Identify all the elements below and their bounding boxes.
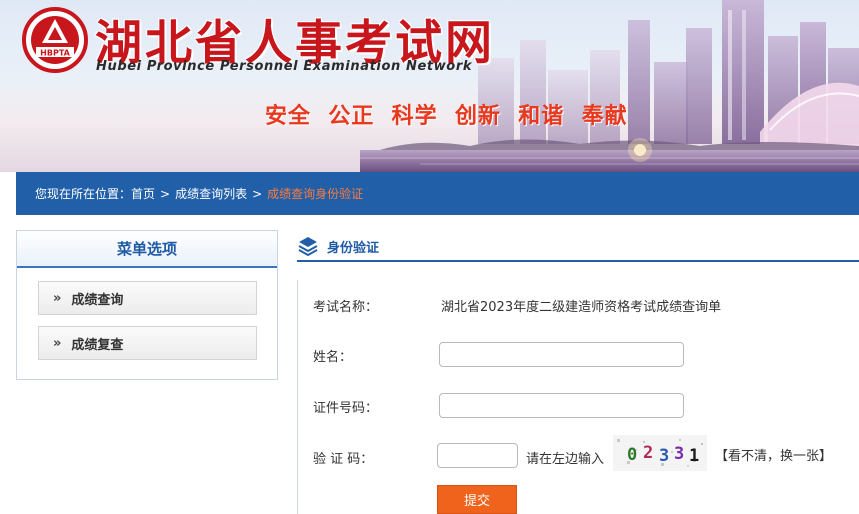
- captcha-refresh-link[interactable]: 【看不清，换一张】: [715, 445, 832, 464]
- captcha-char: 3: [674, 444, 684, 464]
- sidebar-item-score-query[interactable]: » 成绩查询: [38, 281, 257, 315]
- exam-name-value: 湖北省2023年度二级建造师资格考试成绩查询单: [441, 300, 722, 315]
- captcha-char: 3: [659, 446, 669, 466]
- captcha-image[interactable]: 0 2 3 3 1: [613, 435, 707, 471]
- name-label: 姓名：: [313, 350, 353, 365]
- double-chevron-right-icon: »: [53, 335, 62, 351]
- header-banner: HBPTA 湖北省人事考试网 Hubei Province Personnel …: [0, 0, 859, 172]
- breadcrumb-separator: >: [160, 186, 171, 201]
- sidebar-menu: 菜单选项 » 成绩查询 » 成绩复查: [16, 230, 278, 380]
- name-input[interactable]: [439, 342, 684, 367]
- panel-title: 身份验证: [327, 240, 380, 256]
- captcha-input[interactable]: [437, 443, 518, 468]
- captcha-char: 0: [627, 445, 637, 465]
- breadcrumb-current: 成绩查询身份验证: [267, 187, 364, 201]
- breadcrumb: 您现在所在位置： 首页 > 成绩查询列表 > 成绩查询身份验证: [16, 172, 859, 215]
- double-chevron-right-icon: »: [53, 290, 62, 306]
- breadcrumb-separator: >: [252, 186, 263, 201]
- id-number-input[interactable]: [439, 393, 684, 418]
- breadcrumb-prefix: 您现在所在位置：: [35, 187, 132, 201]
- captcha-char: 1: [689, 446, 699, 466]
- submit-button[interactable]: 提交: [437, 485, 517, 514]
- panel-header: 身份验证: [297, 232, 859, 262]
- sidebar-item-label: 成绩查询: [71, 292, 124, 308]
- exam-name-label: 考试名称：: [313, 300, 379, 315]
- svg-text:HBPTA: HBPTA: [40, 49, 70, 58]
- breadcrumb-score-list-link[interactable]: 成绩查询列表: [175, 185, 247, 202]
- captcha-hint: 请在左边输入: [526, 452, 605, 467]
- site-slogan: 安全 公正 科学 创新 和谐 奉献: [265, 104, 628, 129]
- breadcrumb-home-link[interactable]: 首页: [131, 185, 155, 202]
- sidebar-heading: 菜单选项: [17, 231, 277, 268]
- captcha-char: 2: [643, 443, 653, 463]
- sidebar-item-label: 成绩复查: [71, 337, 124, 353]
- id-number-label: 证件号码：: [313, 401, 379, 416]
- sidebar-item-score-review[interactable]: » 成绩复查: [38, 326, 257, 360]
- site-subtitle: Hubei Province Personnel Examination Net…: [96, 59, 473, 74]
- captcha-label: 验 证 码：: [313, 452, 374, 467]
- hbpta-logo-icon: HBPTA: [22, 7, 88, 73]
- identity-form: 考试名称： 湖北省2023年度二级建造师资格考试成绩查询单 姓名： 证件号码： …: [297, 280, 859, 514]
- layers-icon: [298, 237, 318, 257]
